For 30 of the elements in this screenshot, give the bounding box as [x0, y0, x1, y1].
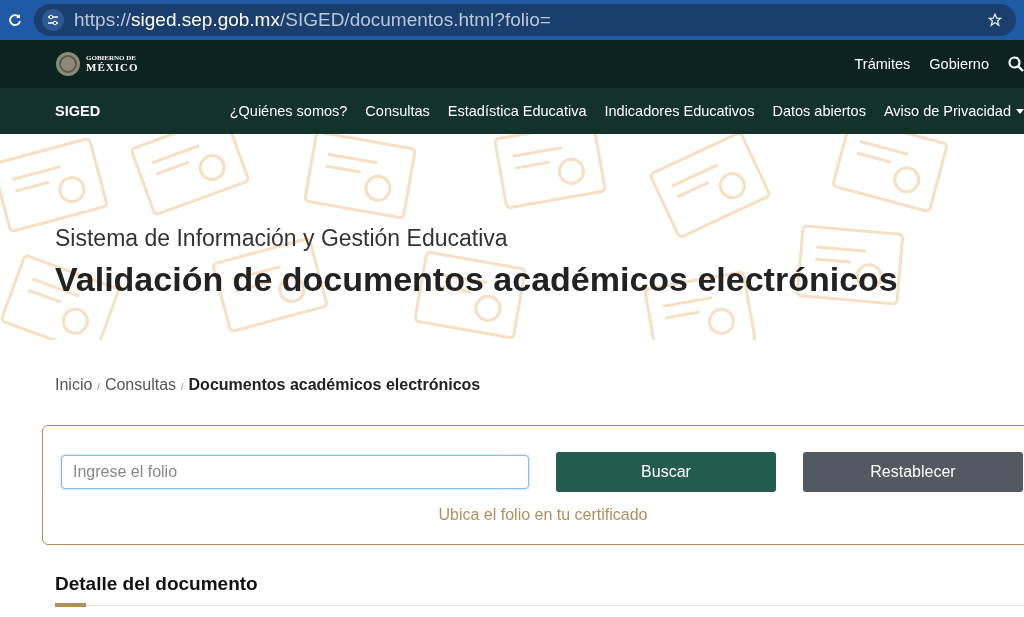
- star-icon[interactable]: [988, 13, 1002, 27]
- page-title: Validación de documentos académicos electrónicos: [55, 260, 899, 299]
- reset-button[interactable]: Restablecer: [803, 452, 1023, 492]
- section-title: Detalle del documento: [55, 573, 259, 595]
- nav-link[interactable]: ¿Quiénes somos?: [229, 103, 348, 119]
- header-link[interactable]: Gobierno: [929, 56, 989, 72]
- nav-link[interactable]: Consultas: [365, 103, 430, 119]
- logo-text: MÉXICO: [86, 62, 139, 73]
- search-button[interactable]: Buscar: [556, 452, 776, 492]
- nav-link[interactable]: Estadística Educativa: [447, 103, 587, 119]
- emblem-icon: [55, 51, 81, 77]
- breadcrumb-link[interactable]: Inicio: [55, 376, 93, 394]
- site-brand[interactable]: SIGED: [55, 103, 101, 119]
- search-icon[interactable]: [1008, 56, 1024, 72]
- breadcrumb-separator: /: [97, 382, 100, 392]
- page-subtitle: Sistema de Información y Gestión Educativa: [55, 225, 509, 252]
- site-settings-icon[interactable]: [42, 9, 64, 31]
- title-accent: [55, 603, 86, 607]
- header-link[interactable]: Trámites: [854, 56, 911, 72]
- url-text: https://siged.sep.gob.mx/SIGED/documentos.html?folio=: [74, 9, 552, 31]
- nav-link[interactable]: Aviso de Privacidad: [883, 103, 1024, 119]
- hint-text: Ubica el folio en tu certificado: [437, 506, 649, 524]
- current-page-label: Documentos académicos electrónicos: [188, 376, 481, 394]
- folio-input[interactable]: Ingrese el folio: [61, 455, 529, 489]
- breadcrumb-link[interactable]: Consultas: [104, 376, 177, 394]
- reload-icon[interactable]: [8, 13, 22, 27]
- address-bar[interactable]: https://siged.sep.gob.mx/SIGED/documentos.html?folio=: [34, 4, 1016, 36]
- nav-link[interactable]: Indicadores Educativos: [604, 103, 755, 119]
- breadcrumb-separator: /: [181, 382, 184, 392]
- nav-link[interactable]: Datos abiertos: [772, 103, 866, 119]
